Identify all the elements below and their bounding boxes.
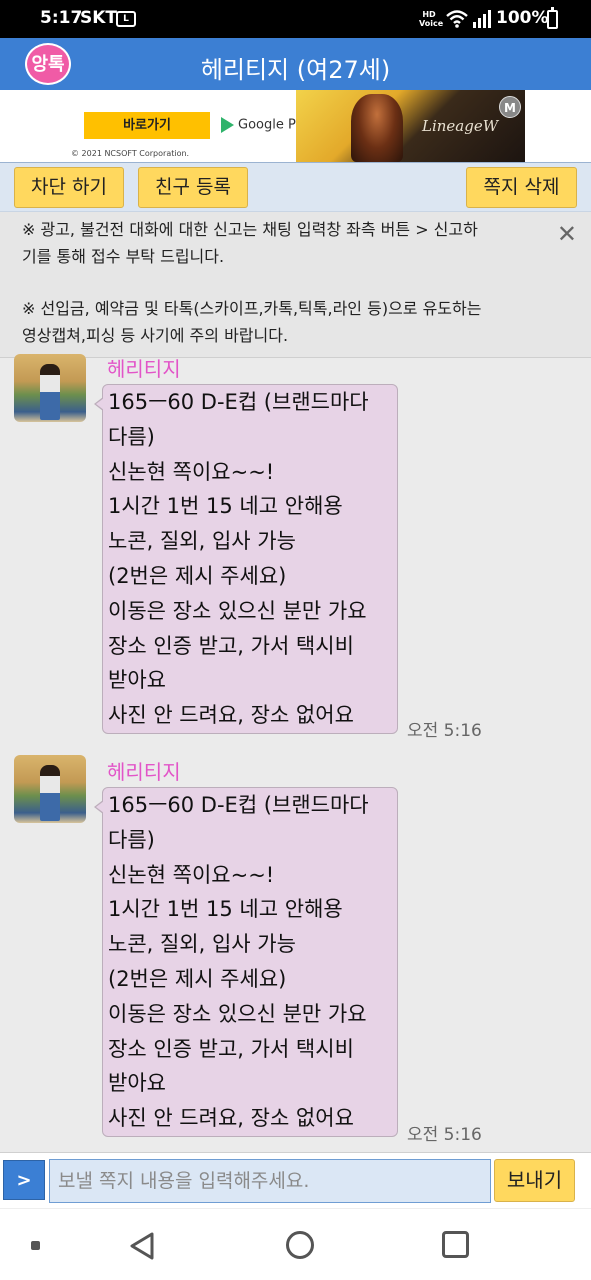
sender-name: 헤리티지	[107, 760, 181, 784]
ad-artwork: LineageW M	[296, 90, 525, 162]
sim-icon: L	[116, 11, 136, 27]
ad-character-image	[351, 94, 403, 162]
action-bar: 차단 하기 친구 등록 쪽지 삭제	[0, 162, 591, 212]
notice-fraud-text: ※ 선입금, 예약금 및 타톡(스카이프,카톡,틱톡,라인 등)으로 유도하는 …	[22, 299, 482, 345]
message-line: 이동은 장소 있으신 분만 가요	[108, 1001, 367, 1026]
message-time: 오전 5:16	[407, 721, 482, 741]
message-line: 사진 안 드려요, 장소 없어요	[108, 703, 354, 728]
ad-cta-button[interactable]: 바로가기	[84, 112, 210, 139]
home-icon[interactable]	[286, 1231, 314, 1259]
message-bubble: 165ㅡ60 D-E컵 (브랜드마다 다름) 신논현 쪽이요~~! 1시간 1번…	[94, 384, 398, 734]
message-line: 받아요	[108, 668, 166, 693]
status-time: 5:17	[40, 8, 83, 28]
block-button[interactable]: 차단 하기	[14, 167, 124, 208]
ad-copyright: © 2021 NCSOFT Corporation.	[71, 149, 190, 158]
message-line: (2번은 제시 주세요)	[108, 563, 287, 588]
delete-message-button[interactable]: 쪽지 삭제	[466, 167, 577, 208]
message-line: 노콘, 질외, 입사 가능	[108, 529, 296, 554]
message-line: 다름)	[108, 827, 155, 852]
battery-icon	[547, 7, 558, 29]
ad-brand-logo: LineageW	[422, 117, 499, 135]
add-friend-button[interactable]: 친구 등록	[138, 167, 248, 208]
warning-notice: ※ 광고, 불건전 대화에 대한 신고는 채팅 입력창 좌측 버튼 > 신고하기…	[0, 212, 591, 358]
message-line: 사진 안 드려요, 장소 없어요	[108, 1106, 354, 1131]
nav-dot-icon	[31, 1241, 40, 1250]
ad-banner: 바로가기 Google Play © 2021 NCSOFT Corporati…	[0, 90, 591, 162]
message-item: 헤리티지 165ㅡ60 D-E컵 (브랜드마다 다름) 신논현 쪽이요~~! 1…	[0, 753, 591, 1148]
message-line: 다름)	[108, 424, 155, 449]
send-button[interactable]: 보내기	[494, 1159, 575, 1202]
message-line: 165ㅡ60 D-E컵 (브랜드마다	[108, 390, 369, 414]
menu-expand-button[interactable]: >	[3, 1160, 45, 1200]
message-item: 헤리티지 165ㅡ60 D-E컵 (브랜드마다 다름) 신논현 쪽이요~~! 1…	[0, 352, 591, 752]
message-time: 오전 5:16	[407, 1125, 482, 1145]
close-icon[interactable]: ✕	[557, 220, 577, 248]
ad-content[interactable]: 바로가기 Google Play © 2021 NCSOFT Corporati…	[66, 90, 525, 162]
message-line: 1시간 1번 15 네고 안해용	[108, 897, 343, 922]
sender-name: 헤리티지	[107, 357, 181, 381]
message-line: 받아요	[108, 1071, 166, 1096]
back-icon[interactable]	[128, 1231, 156, 1261]
message-line: (2번은 제시 주세요)	[108, 966, 287, 991]
google-play-icon	[221, 117, 234, 133]
message-line: 신논현 쪽이요~~!	[108, 459, 275, 484]
ad-badge-icon: M	[499, 96, 521, 118]
wifi-icon	[446, 10, 468, 28]
message-line: 신논현 쪽이요~~!	[108, 862, 275, 887]
status-carrier: SKT	[80, 8, 118, 28]
hd-voice-icon: HD Voice	[419, 10, 444, 28]
message-line: 장소 인증 받고, 가서 택시비	[108, 1036, 354, 1061]
message-line: 1시간 1번 15 네고 안해용	[108, 494, 343, 519]
message-line: 이동은 장소 있으신 분만 가요	[108, 598, 367, 623]
app-header: 앙톡 헤리티지 (여27세)	[0, 38, 591, 90]
message-input-bar: > 보내기	[0, 1152, 591, 1208]
message-input[interactable]	[49, 1159, 491, 1203]
avatar[interactable]	[14, 755, 86, 823]
status-bar: 5:17 SKT L HD Voice 100%	[0, 0, 591, 38]
signal-icon	[473, 10, 491, 28]
recent-apps-icon[interactable]	[442, 1231, 469, 1258]
message-line: 165ㅡ60 D-E컵 (브랜드마다	[108, 793, 369, 817]
message-line: 장소 인증 받고, 가서 택시비	[108, 633, 354, 658]
message-bubble: 165ㅡ60 D-E컵 (브랜드마다 다름) 신논현 쪽이요~~! 1시간 1번…	[94, 787, 398, 1137]
message-line: 노콘, 질외, 입사 가능	[108, 932, 296, 957]
system-nav-bar	[0, 1208, 591, 1280]
avatar[interactable]	[14, 354, 86, 422]
chat-title: 헤리티지 (여27세)	[200, 56, 391, 84]
notice-report-text: ※ 광고, 불건전 대화에 대한 신고는 채팅 입력창 좌측 버튼 > 신고하기…	[22, 220, 478, 266]
battery-level: 100%	[496, 8, 549, 28]
